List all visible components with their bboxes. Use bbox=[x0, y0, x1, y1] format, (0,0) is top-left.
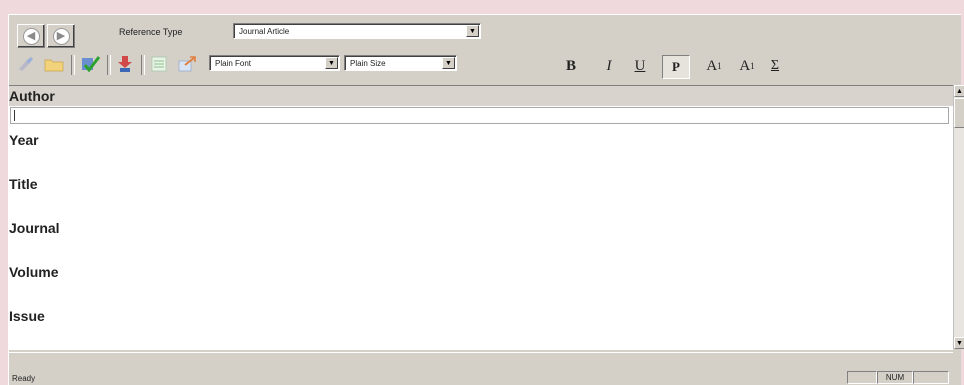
status-text: Ready bbox=[12, 374, 36, 383]
reference-editor[interactable]: Author Year Title Journal Volume Issue bbox=[9, 85, 953, 350]
reference-type-select[interactable]: Journal Article ▼ bbox=[233, 23, 481, 39]
back-arrow-icon: ◀ bbox=[22, 27, 40, 45]
field-label-journal: Journal bbox=[9, 220, 60, 236]
toolbar-separator bbox=[141, 55, 145, 75]
status-pane-empty bbox=[847, 371, 877, 384]
folder-icon[interactable] bbox=[44, 55, 64, 73]
chevron-down-icon[interactable]: ▼ bbox=[325, 57, 338, 69]
reference-type-value: Journal Article bbox=[239, 27, 290, 36]
author-input[interactable] bbox=[10, 107, 949, 124]
forward-button[interactable]: ▶ bbox=[47, 24, 75, 48]
plain-button[interactable]: P bbox=[662, 55, 690, 79]
author-band bbox=[9, 86, 953, 106]
insert-citation-icon[interactable] bbox=[115, 55, 135, 73]
bold-button[interactable]: B bbox=[561, 55, 581, 77]
reference-type-label: Reference Type bbox=[119, 27, 183, 37]
subscript-mark: 1 bbox=[750, 61, 755, 71]
status-pane-empty bbox=[913, 371, 949, 384]
subscript-button[interactable]: A1 bbox=[733, 55, 761, 77]
scroll-thumb[interactable] bbox=[954, 98, 964, 128]
toolbar-separator bbox=[107, 55, 111, 75]
size-value: Plain Size bbox=[350, 59, 386, 68]
chevron-down-icon[interactable]: ▼ bbox=[466, 25, 479, 37]
superscript-button[interactable]: A1 bbox=[700, 55, 728, 77]
font-select[interactable]: Plain Font ▼ bbox=[209, 55, 340, 71]
font-value: Plain Font bbox=[215, 59, 252, 68]
underline-button[interactable]: U bbox=[630, 55, 650, 77]
paintbrush-icon[interactable] bbox=[16, 55, 36, 73]
num-lock-indicator: NUM bbox=[877, 371, 913, 384]
scroll-up-button[interactable]: ▲ bbox=[954, 85, 964, 97]
superscript-base: A bbox=[706, 57, 718, 74]
open-link-icon[interactable] bbox=[177, 55, 197, 73]
field-label-author: Author bbox=[9, 88, 55, 104]
toolbar-separator bbox=[71, 55, 75, 75]
forward-arrow-icon: ▶ bbox=[52, 27, 70, 45]
document-icon[interactable] bbox=[149, 55, 169, 73]
back-button[interactable]: ◀ bbox=[17, 24, 45, 48]
text-caret bbox=[14, 110, 15, 121]
field-label-issue: Issue bbox=[9, 308, 45, 324]
field-label-title: Title bbox=[9, 176, 38, 192]
superscript-mark: 1 bbox=[717, 61, 722, 71]
symbol-button[interactable]: Σ bbox=[764, 55, 786, 77]
subscript-base: A bbox=[739, 57, 751, 74]
chevron-down-icon[interactable]: ▼ bbox=[442, 57, 455, 69]
field-label-year: Year bbox=[9, 132, 39, 148]
spellcheck-icon[interactable] bbox=[81, 55, 101, 73]
scroll-down-button[interactable]: ▼ bbox=[954, 337, 964, 349]
vertical-scrollbar[interactable]: ▲ ▼ bbox=[953, 85, 964, 349]
status-bar: Ready NUM bbox=[9, 352, 953, 385]
size-select[interactable]: Plain Size ▼ bbox=[344, 55, 457, 71]
field-label-volume: Volume bbox=[9, 264, 59, 280]
italic-button[interactable]: I bbox=[599, 55, 619, 77]
